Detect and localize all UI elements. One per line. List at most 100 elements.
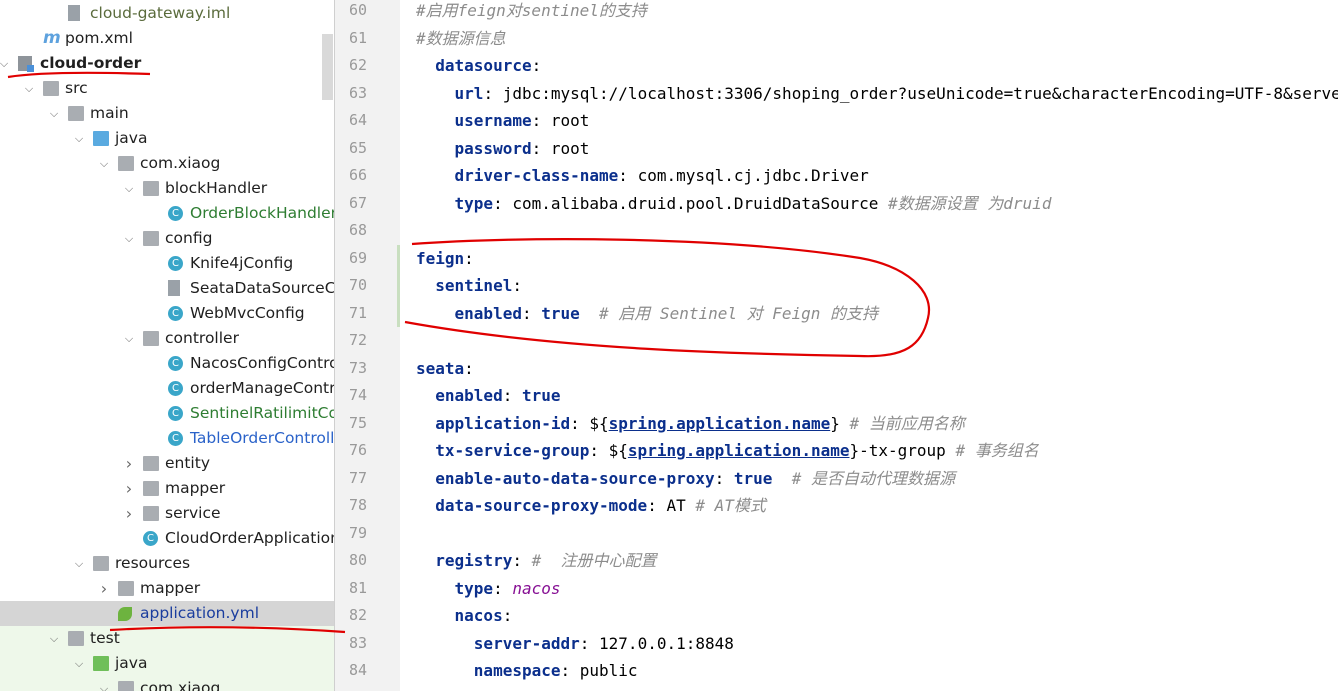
code-line[interactable]: namespace: public — [416, 657, 638, 685]
code-line[interactable]: #启用feign对sentinel的支持 — [416, 0, 647, 25]
tree-row-label: NacosConfigController — [190, 354, 334, 372]
tree-row[interactable]: C WebMvcConfig — [0, 301, 334, 326]
tree-row[interactable]: ⌵ resources — [0, 551, 334, 576]
chevron-right-icon[interactable]: › — [123, 476, 135, 501]
class-icon: C — [168, 306, 183, 321]
chevron-down-icon[interactable]: ⌵ — [98, 151, 110, 176]
spring-config-icon — [118, 607, 132, 621]
code-line[interactable]: application-id: ${spring.application.nam… — [416, 410, 965, 438]
code-line[interactable]: tx-service-group: ${spring.application.n… — [416, 437, 1038, 465]
tree-row-label: com.xiaog — [140, 154, 221, 172]
code-line[interactable]: enabled: true # 启用 Sentinel 对 Feign 的支持 — [416, 300, 879, 328]
line-number: 66 — [348, 166, 367, 184]
code-line[interactable]: enabled: true — [416, 382, 560, 410]
tree-row[interactable]: m pom.xml — [0, 26, 334, 51]
tree-row-label: CloudOrderApplication — [165, 529, 334, 547]
line-number: 64 — [348, 111, 367, 129]
package-icon — [143, 506, 159, 521]
code-line[interactable]: feign: — [416, 245, 474, 273]
code-line[interactable]: datasource: — [416, 52, 541, 80]
tree-row[interactable]: ⌵ main — [0, 101, 334, 126]
class-icon: C — [168, 431, 183, 446]
code-line[interactable]: registry: # 注册中心配置 — [416, 547, 656, 575]
chevron-down-icon[interactable]: ⌵ — [73, 651, 85, 676]
line-number: 60 — [348, 1, 367, 19]
tree-row[interactable]: cloud-gateway.iml — [0, 1, 334, 26]
tree-row-label: mapper — [165, 479, 226, 497]
tree-row[interactable]: C NacosConfigController — [0, 351, 334, 376]
tree-row[interactable]: ⌵ java — [0, 651, 334, 676]
tree-row-label: service — [165, 504, 221, 522]
chevron-down-icon[interactable]: ⌵ — [123, 226, 135, 251]
tree-row[interactable]: C Knife4jConfig — [0, 251, 334, 276]
tree-row[interactable]: ⌵ test — [0, 626, 334, 651]
chevron-down-icon[interactable]: ⌵ — [73, 551, 85, 576]
tree-row[interactable]: › mapper — [0, 576, 334, 601]
tree-row[interactable]: ⌵ blockHandler — [0, 176, 334, 201]
code-line[interactable]: type: com.alibaba.druid.pool.DruidDataSo… — [416, 190, 1052, 218]
line-number: 72 — [348, 331, 367, 349]
code-line[interactable]: nacos: — [416, 602, 513, 630]
chevron-down-icon[interactable]: ⌵ — [48, 101, 60, 126]
package-icon — [143, 181, 159, 196]
chevron-right-icon[interactable]: › — [123, 451, 135, 476]
tree-row[interactable]: ⌵ com.xiaog — [0, 151, 334, 176]
code-line[interactable]: server-addr: 127.0.0.1:8848 — [416, 630, 734, 658]
code-line[interactable]: #数据源信息 — [416, 25, 506, 53]
tree-row-label: config — [165, 229, 213, 247]
chevron-down-icon[interactable]: ⌵ — [0, 51, 10, 76]
package-icon — [143, 456, 159, 471]
tree-scrollbar[interactable] — [322, 34, 333, 100]
tree-row-label: orderManageController — [190, 379, 334, 397]
chevron-down-icon[interactable]: ⌵ — [98, 676, 110, 691]
code-line[interactable]: driver-class-name: com.mysql.cj.jdbc.Dri… — [416, 162, 869, 190]
code-line[interactable]: url: jdbc:mysql://localhost:3306/shoping… — [416, 80, 1338, 108]
chevron-down-icon[interactable]: ⌵ — [123, 326, 135, 351]
tree-row[interactable]: › entity — [0, 451, 334, 476]
tree-row[interactable]: ⌵ src — [0, 76, 334, 101]
package-icon — [143, 231, 159, 246]
tree-row[interactable]: › mapper — [0, 476, 334, 501]
line-number: 74 — [348, 386, 367, 404]
chevron-right-icon[interactable]: › — [123, 501, 135, 526]
tree-row-label: SentinelRatilimitController — [190, 404, 334, 422]
class-icon: C — [168, 356, 183, 371]
chevron-down-icon[interactable]: ⌵ — [48, 626, 60, 651]
tree-row[interactable]: application.yml — [0, 601, 334, 626]
package-icon — [118, 156, 134, 171]
chevron-down-icon[interactable]: ⌵ — [73, 126, 85, 151]
code-line[interactable]: enable-auto-data-source-proxy: true # 是否… — [416, 465, 955, 493]
code-line[interactable]: type: nacos — [416, 575, 561, 603]
tree-row[interactable]: SeataDataSourceConfig — [0, 276, 334, 301]
chevron-down-icon[interactable]: ⌵ — [123, 176, 135, 201]
tree-row[interactable]: ⌵ config — [0, 226, 334, 251]
tree-row[interactable]: ⌵ com.xiaog — [0, 676, 334, 691]
tree-row[interactable]: C TableOrderController — [0, 426, 334, 451]
chevron-right-icon[interactable]: › — [98, 576, 110, 601]
tree-row-label: controller — [165, 329, 239, 347]
code-line[interactable]: password: root — [416, 135, 590, 163]
tree-row[interactable]: C OrderBlockHandler — [0, 201, 334, 226]
code-line[interactable]: username: root — [416, 107, 590, 135]
code-line[interactable]: sentinel: — [416, 272, 522, 300]
code-line[interactable]: seata: — [416, 355, 474, 383]
code-line[interactable]: data-source-proxy-mode: AT # AT模式 — [416, 492, 766, 520]
tree-row[interactable]: ⌵ controller — [0, 326, 334, 351]
tree-row-label: application.yml — [140, 604, 260, 622]
tree-row[interactable]: CorderManageController — [0, 376, 334, 401]
module-file-icon — [68, 5, 80, 21]
tree-row[interactable]: › service — [0, 501, 334, 526]
tree-row[interactable]: ⌵ cloud-order — [0, 51, 334, 76]
chevron-down-icon[interactable]: ⌵ — [23, 76, 35, 101]
project-tree-panel: cloud-gateway.iml m pom.xml ⌵ cloud-order ⌵ sr… — [0, 0, 334, 691]
line-number: 81 — [348, 578, 367, 597]
line-number: 63 — [348, 83, 367, 102]
tree-row[interactable]: ⌵ java — [0, 126, 334, 151]
tree-row-label: Knife4jConfig — [190, 254, 294, 272]
tree-row[interactable]: C SentinelRatilimitController — [0, 401, 334, 426]
line-number: 78 — [348, 496, 367, 514]
class-icon: C — [168, 256, 183, 271]
tree-row-label: cloud-order — [40, 54, 142, 72]
code-editor[interactable]: #启用feign对sentinel的支持 #数据源信息 datasource: u… — [400, 0, 1338, 691]
tree-row[interactable]: C CloudOrderApplication — [0, 526, 334, 551]
